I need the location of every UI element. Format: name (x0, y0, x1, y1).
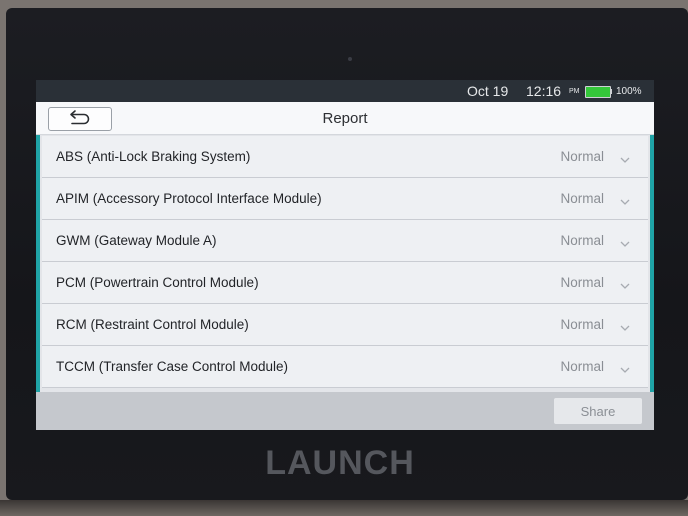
module-name: APIM (Accessory Protocol Interface Modul… (56, 191, 322, 206)
chevron-down-icon[interactable] (620, 361, 630, 379)
status-bar: Oct 19 12:16 PM 100% (36, 80, 654, 102)
module-name: ABS (Anti-Lock Braking System) (56, 149, 251, 164)
device-brand-logo: LAUNCH (265, 444, 415, 482)
module-name: GWM (Gateway Module A) (56, 233, 217, 248)
module-status: Normal (560, 233, 604, 248)
module-name: TCCM (Transfer Case Control Module) (56, 359, 289, 374)
module-status: Normal (560, 359, 604, 374)
module-list: ABS (Anti-Lock Braking System) Normal APIM… (36, 135, 654, 392)
status-date: Oct 19 (467, 83, 509, 99)
device-screen: Oct 19 12:16 PM 100% Report ABS (Anti-Lo… (36, 80, 654, 430)
module-status: Normal (560, 191, 604, 206)
status-ampm: PM (569, 88, 580, 95)
module-row[interactable]: GWM (Gateway Module A) Normal (42, 220, 648, 262)
module-row[interactable]: TCCM (Transfer Case Control Module) Norma… (42, 346, 648, 388)
bottom-toolbar: Share (36, 392, 654, 430)
chevron-down-icon[interactable] (620, 193, 630, 211)
module-name: RCM (Restraint Control Module) (56, 317, 249, 332)
list-accent-right (650, 135, 654, 392)
module-status: Normal (560, 317, 604, 332)
module-row[interactable]: RCM (Restraint Control Module) Normal (42, 304, 648, 346)
chevron-down-icon[interactable] (620, 151, 630, 169)
chevron-down-icon[interactable] (620, 277, 630, 295)
camera-dot (348, 57, 352, 61)
battery-percent: 100% (616, 86, 642, 97)
module-row[interactable]: APIM (Accessory Protocol Interface Modul… (42, 178, 648, 220)
battery-icon (585, 86, 611, 98)
module-status: Normal (560, 275, 604, 290)
title-bar: Report (36, 102, 654, 135)
module-row[interactable]: ABS (Anti-Lock Braking System) Normal (42, 136, 648, 178)
chevron-down-icon[interactable] (620, 319, 630, 337)
table-surface (0, 500, 688, 516)
share-button[interactable]: Share (554, 398, 642, 424)
page-title: Report (322, 110, 368, 127)
status-time: 12:16 (526, 83, 562, 99)
battery-cap (610, 89, 612, 94)
module-name: PCM (Powertrain Control Module) (56, 275, 259, 290)
chevron-down-icon[interactable] (620, 235, 630, 253)
list-accent-left (36, 135, 40, 392)
module-row[interactable]: PCM (Powertrain Control Module) Normal (42, 262, 648, 304)
module-status: Normal (560, 149, 604, 164)
